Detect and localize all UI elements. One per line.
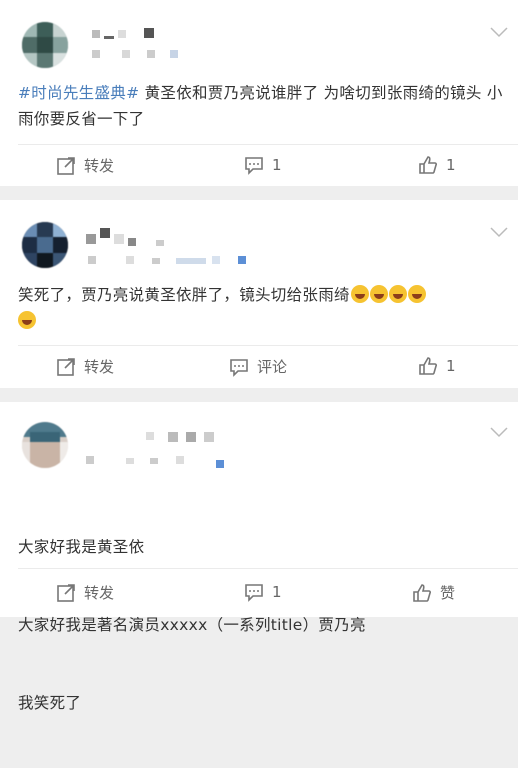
laughing-emoji-icon xyxy=(388,285,407,303)
post-text: 大家好我是黄圣依 大家好我是著名演员xxxxx（一系列title）贾乃亮 我笑死… xyxy=(18,482,504,768)
repost-label: 转发 xyxy=(84,584,115,602)
comment-button[interactable]: 1 xyxy=(244,582,282,602)
post-line: 我笑死了 xyxy=(18,694,82,712)
laughing-emoji-icon xyxy=(18,311,36,329)
username-blurred[interactable] xyxy=(86,432,226,472)
like-count: 1 xyxy=(446,357,456,375)
comment-icon xyxy=(245,584,263,602)
post-line: 大家好我是黄圣依 xyxy=(18,538,145,556)
like-count: 1 xyxy=(446,156,456,174)
repost-icon xyxy=(57,583,75,602)
post-card: #时尚先生盛典# 黄圣依和贾乃亮说谁胖了 为啥切到张雨绮的镜头 小雨你要反省一下… xyxy=(0,0,518,186)
chevron-down-icon[interactable] xyxy=(490,426,508,438)
repost-button[interactable]: 转发 xyxy=(56,356,114,377)
username-blurred[interactable] xyxy=(86,228,256,268)
comment-count: 1 xyxy=(272,156,282,174)
username-blurred[interactable] xyxy=(92,28,182,64)
like-button[interactable]: 赞 xyxy=(412,582,455,603)
avatar[interactable] xyxy=(22,222,68,268)
topic-link[interactable]: #时尚先生盛典# xyxy=(18,84,139,102)
like-button[interactable]: 1 xyxy=(418,356,456,376)
laughing-emoji-icon xyxy=(350,285,369,303)
thumbs-up-icon xyxy=(413,583,431,602)
avatar[interactable] xyxy=(22,22,68,68)
repost-icon xyxy=(57,357,75,376)
like-button[interactable]: 1 xyxy=(418,155,456,175)
avatar[interactable] xyxy=(22,422,68,468)
laughing-emoji-icon xyxy=(407,285,426,303)
repost-button[interactable]: 转发 xyxy=(56,155,114,176)
repost-label: 转发 xyxy=(84,358,115,376)
chevron-down-icon[interactable] xyxy=(490,26,508,38)
laughing-emoji-icon xyxy=(369,285,388,303)
post-card: 大家好我是黄圣依 大家好我是著名演员xxxxx（一系列title）贾乃亮 我笑死… xyxy=(0,402,518,712)
divider xyxy=(18,144,518,145)
comment-label: 评论 xyxy=(257,358,288,376)
post-text: #时尚先生盛典# 黄圣依和贾乃亮说谁胖了 为啥切到张雨绮的镜头 小雨你要反省一下… xyxy=(18,84,503,128)
post-card: 笑死了，贾乃亮说黄圣依胖了，镜头切给张雨绮 转发 评论 1 xyxy=(0,200,518,388)
comment-count: 1 xyxy=(272,583,282,601)
repost-icon xyxy=(57,156,75,175)
thumbs-up-icon xyxy=(419,156,437,174)
like-label: 赞 xyxy=(440,584,456,602)
divider xyxy=(18,568,518,569)
repost-label: 转发 xyxy=(84,157,115,175)
post-text: 笑死了，贾乃亮说黄圣依胖了，镜头切给张雨绮 xyxy=(18,282,504,334)
comment-icon xyxy=(230,358,248,377)
thumbs-up-icon xyxy=(419,357,437,375)
divider xyxy=(18,345,518,346)
comment-button[interactable]: 1 xyxy=(244,155,282,175)
comment-icon xyxy=(245,157,263,175)
repost-button[interactable]: 转发 xyxy=(56,582,114,603)
post-line: 大家好我是著名演员xxxxx（一系列title）贾乃亮 xyxy=(18,616,366,634)
chevron-down-icon[interactable] xyxy=(490,226,508,238)
comment-button[interactable]: 评论 xyxy=(229,356,287,377)
